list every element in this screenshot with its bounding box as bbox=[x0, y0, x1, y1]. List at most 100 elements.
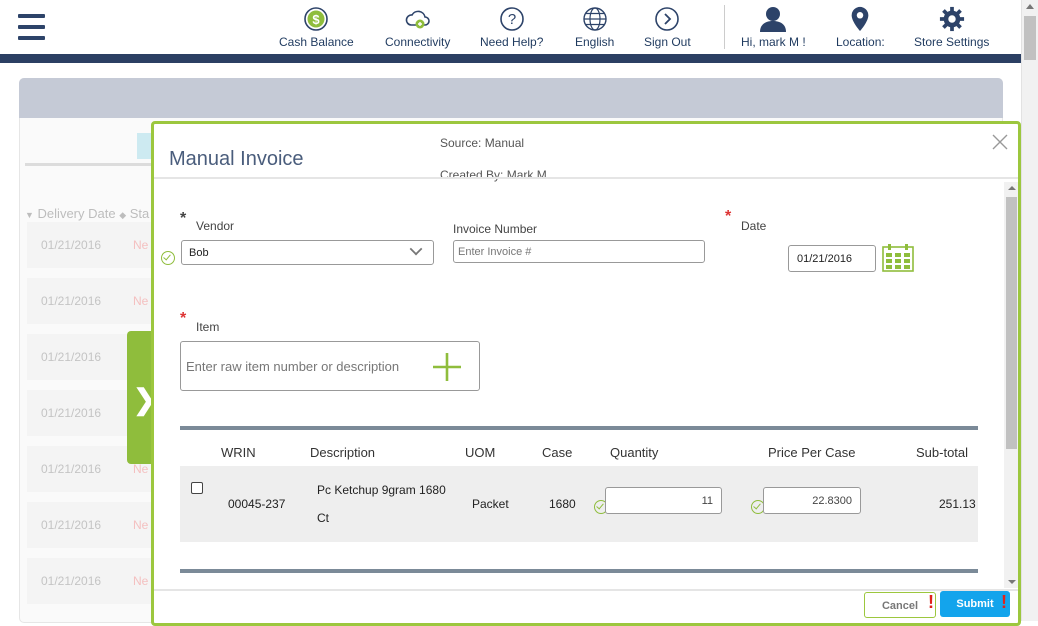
row-date: 01/21/2016 bbox=[41, 574, 102, 588]
row-date: 01/21/2016 bbox=[41, 518, 102, 532]
nav-location-label: Location: bbox=[836, 35, 885, 49]
row-description-line1: Pc Ketchup 9gram 1680 bbox=[317, 483, 446, 497]
manual-invoice-modal: Manual Invoice Source: Manual Created By… bbox=[151, 121, 1021, 626]
column-delivery-date[interactable]: Delivery Date bbox=[38, 206, 116, 221]
nav-divider bbox=[724, 5, 725, 49]
nav-sign-out-label: Sign Out bbox=[644, 35, 691, 49]
row-status: Ne bbox=[133, 574, 149, 588]
dollar-icon: $ bbox=[304, 7, 329, 31]
quantity-value: 11 bbox=[701, 495, 713, 507]
date-value: 01/21/2016 bbox=[797, 253, 853, 265]
scroll-up-icon[interactable] bbox=[1026, 4, 1034, 9]
list-item[interactable]: 01/21/2016 Ne bbox=[27, 502, 153, 548]
modal-title: Manual Invoice bbox=[169, 148, 304, 170]
invoice-number-placeholder: Enter Invoice # bbox=[458, 246, 532, 258]
sort-icon[interactable]: ◆ bbox=[119, 210, 126, 220]
modal-scrollbar[interactable] bbox=[1004, 182, 1018, 588]
page-scroll-thumb[interactable] bbox=[1024, 16, 1036, 60]
row-date: 01/21/2016 bbox=[41, 238, 102, 252]
row-date: 01/21/2016 bbox=[41, 350, 102, 364]
table-bottom-rule bbox=[180, 569, 978, 573]
list-item[interactable]: 01/21/2016 Ne bbox=[27, 558, 153, 604]
gear-icon bbox=[939, 6, 964, 32]
top-header: $ Cash Balance Connectivity ? Need Help?… bbox=[0, 0, 1021, 56]
row-wrin: 00045-237 bbox=[228, 497, 286, 511]
table-top-rule bbox=[180, 426, 978, 430]
nav-store-settings[interactable]: Store Settings bbox=[914, 6, 989, 49]
price-per-case-input[interactable]: 22.8300 bbox=[763, 487, 861, 514]
nav-store-settings-label: Store Settings bbox=[914, 35, 990, 49]
col-description: Description bbox=[310, 445, 376, 460]
col-price-per-case: Price Per Case bbox=[768, 445, 856, 460]
column-status[interactable]: Sta bbox=[130, 206, 150, 221]
hamburger-menu-icon[interactable] bbox=[18, 14, 45, 42]
list-item[interactable]: 01/21/2016 Ne bbox=[27, 222, 153, 268]
page-scrollbar[interactable] bbox=[1021, 0, 1038, 621]
item-placeholder: Enter raw item number or description bbox=[186, 359, 400, 374]
nav-user-label: Hi, mark M ! bbox=[741, 35, 806, 49]
nav-sign-out[interactable]: Sign Out bbox=[644, 6, 691, 49]
vendor-required-marker: * bbox=[180, 210, 187, 227]
nav-language-label: English bbox=[575, 35, 615, 49]
date-label: Date bbox=[741, 219, 767, 233]
row-status: Ne bbox=[133, 518, 149, 532]
vendor-valid-check-icon bbox=[161, 251, 175, 265]
nav-connectivity[interactable]: Connectivity bbox=[385, 6, 450, 49]
svg-text:$: $ bbox=[313, 12, 321, 27]
nav-language[interactable]: English bbox=[575, 6, 614, 49]
quantity-input[interactable]: 11 bbox=[605, 487, 722, 514]
row-status: Ne bbox=[133, 294, 149, 308]
invoice-source: Source: Manual bbox=[440, 136, 525, 150]
row-uom: Packet bbox=[472, 497, 509, 511]
globe-icon bbox=[582, 7, 607, 31]
vendor-value: Bob bbox=[189, 247, 209, 259]
price-per-case-value: 22.8300 bbox=[812, 495, 852, 507]
nav-cash-balance[interactable]: $ Cash Balance bbox=[279, 6, 354, 49]
calendar-icon[interactable] bbox=[882, 244, 914, 272]
nav-cash-balance-label: Cash Balance bbox=[279, 35, 354, 49]
date-input[interactable]: 01/21/2016 bbox=[788, 245, 876, 272]
question-icon: ? bbox=[499, 7, 524, 31]
submit-button[interactable]: Submit bbox=[940, 591, 1010, 617]
row-date: 01/21/2016 bbox=[41, 462, 102, 476]
nav-connectivity-label: Connectivity bbox=[385, 35, 451, 49]
nav-need-help-label: Need Help? bbox=[480, 35, 544, 49]
nav-location[interactable]: Location: bbox=[836, 6, 885, 49]
user-icon bbox=[760, 7, 787, 32]
row-status: Ne bbox=[133, 238, 149, 252]
sort-down-icon[interactable]: ▼ bbox=[25, 210, 34, 220]
modal-header-divider bbox=[154, 177, 1018, 179]
modal-scroll-up-icon[interactable] bbox=[1008, 186, 1016, 190]
row-select-checkbox[interactable] bbox=[191, 482, 203, 494]
item-search-input[interactable]: Enter raw item number or description bbox=[180, 341, 480, 391]
invoice-created-by: Created By: Mark M bbox=[440, 168, 547, 182]
col-quantity: Quantity bbox=[610, 445, 659, 460]
add-item-icon[interactable] bbox=[431, 351, 463, 383]
col-uom: UOM bbox=[465, 445, 496, 460]
modal-scroll-thumb[interactable] bbox=[1006, 197, 1017, 449]
row-status: Ne bbox=[133, 462, 149, 476]
nav-user[interactable]: Hi, mark M ! bbox=[741, 6, 806, 49]
date-required-marker: * bbox=[725, 208, 732, 225]
list-item[interactable]: 01/21/2016 Ne bbox=[27, 278, 153, 324]
close-icon[interactable] bbox=[990, 132, 1010, 152]
nav-need-help[interactable]: ? Need Help? bbox=[480, 6, 543, 49]
col-wrin: WRIN bbox=[221, 445, 256, 460]
vendor-select[interactable]: Bob bbox=[181, 240, 434, 265]
modal-scroll-down-icon[interactable] bbox=[1008, 580, 1016, 584]
item-required-marker: * bbox=[180, 310, 187, 327]
cancel-alert-icon: ! bbox=[928, 592, 934, 612]
cloud-icon bbox=[405, 10, 430, 29]
chevron-down-icon bbox=[409, 242, 423, 256]
submit-alert-icon: ! bbox=[1001, 592, 1007, 612]
row-case: 1680 bbox=[549, 497, 576, 511]
invoice-number-label: Invoice Number bbox=[453, 222, 538, 236]
background-column-headers: ▼ Delivery Date ◆ Sta bbox=[25, 206, 149, 221]
invoice-number-input[interactable]: Enter Invoice # bbox=[453, 240, 705, 263]
vendor-label: Vendor bbox=[196, 219, 235, 233]
cancel-button[interactable]: Cancel bbox=[864, 592, 936, 618]
map-pin-icon bbox=[851, 6, 869, 32]
row-date: 01/21/2016 bbox=[41, 406, 102, 420]
svg-text:?: ? bbox=[508, 11, 516, 28]
row-description-line2: Ct bbox=[317, 511, 329, 525]
